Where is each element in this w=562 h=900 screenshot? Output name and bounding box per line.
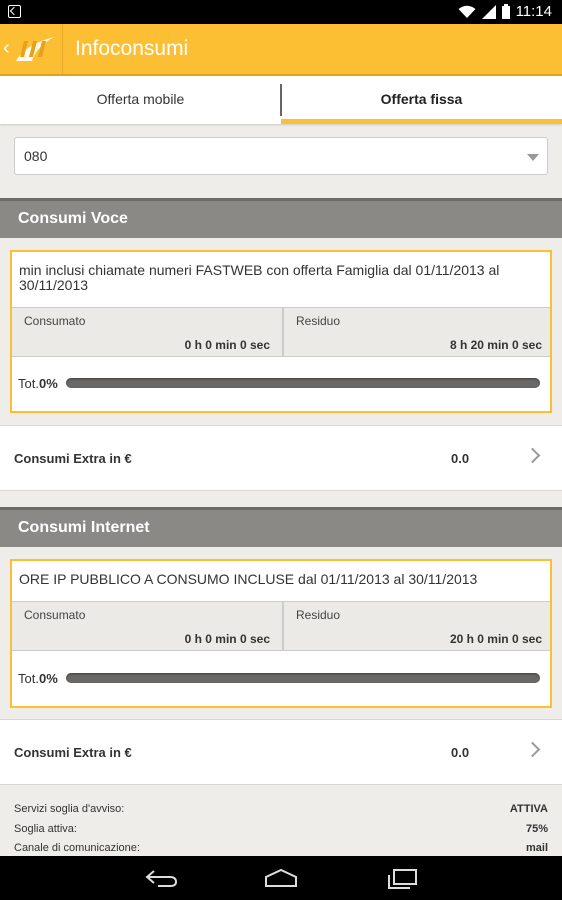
section-title: Consumi Internet bbox=[18, 519, 150, 536]
home-icon[interactable] bbox=[264, 868, 298, 888]
remaining-label: Residuo bbox=[296, 608, 341, 622]
consumed-value: 0 h 0 min 0 sec bbox=[184, 632, 270, 646]
recent-apps-icon[interactable] bbox=[386, 868, 418, 890]
consumed-label: Consumato bbox=[24, 314, 86, 328]
extra-cost-label: Consumi Extra in € bbox=[14, 745, 132, 760]
usage-description: ORE IP PUBBLICO A CONSUMO INCLUSE dal 01… bbox=[19, 571, 478, 587]
usage-progress-bar bbox=[66, 673, 540, 683]
info-value: ATTIVA bbox=[509, 803, 548, 815]
section-header-internet: Consumi Internet bbox=[0, 507, 562, 547]
total-label: Tot.0% bbox=[18, 376, 58, 391]
total-percent: 0% bbox=[38, 376, 58, 391]
total-percent: 0% bbox=[38, 671, 58, 686]
page-title: Infoconsumi bbox=[75, 37, 189, 60]
usage-progress-bar bbox=[66, 378, 540, 388]
extra-cost-row-internet[interactable]: Consumi Extra in € 0.0 bbox=[0, 719, 562, 785]
section-title: Consumi Voce bbox=[18, 210, 128, 227]
back-icon[interactable] bbox=[144, 868, 178, 888]
wifi-icon bbox=[458, 5, 476, 18]
fastweb-logo-icon[interactable] bbox=[14, 35, 56, 63]
info-value: mail bbox=[525, 842, 548, 854]
select-value: 080 bbox=[24, 148, 48, 164]
usage-description: min inclusi chiamate numeri FASTWEB con … bbox=[19, 262, 500, 293]
consumed-cell: Consumato 0 h 0 min 0 sec bbox=[12, 602, 280, 650]
battery-icon bbox=[501, 4, 510, 19]
tab-bar: Offerta mobile Offerta fissa bbox=[0, 76, 562, 124]
info-value: 75% bbox=[525, 823, 548, 835]
extra-cost-value: 0.0 bbox=[451, 451, 470, 466]
remaining-label: Residuo bbox=[296, 314, 341, 328]
info-label: Soglia attiva: bbox=[14, 823, 77, 835]
total-label-text: Tot. bbox=[18, 671, 39, 686]
usage-card-internet: ORE IP PUBBLICO A CONSUMO INCLUSE dal 01… bbox=[10, 559, 552, 708]
chevron-right-icon bbox=[524, 447, 541, 464]
chevron-right-icon bbox=[524, 741, 541, 758]
tab-offerta-mobile[interactable]: Offerta mobile bbox=[0, 76, 281, 124]
appbar-divider bbox=[62, 24, 63, 74]
notification-icon bbox=[8, 5, 21, 18]
dropdown-caret-icon bbox=[527, 154, 539, 161]
tab-offerta-fissa[interactable]: Offerta fissa bbox=[281, 76, 562, 124]
signal-icon bbox=[481, 4, 496, 19]
consumed-cell: Consumato 0 h 0 min 0 sec bbox=[12, 308, 280, 356]
extra-cost-label: Consumi Extra in € bbox=[14, 451, 132, 466]
system-nav-bar bbox=[0, 856, 562, 900]
back-chevron-icon[interactable]: ‹ bbox=[3, 37, 10, 60]
consumed-value: 0 h 0 min 0 sec bbox=[184, 338, 270, 352]
consumed-label: Consumato bbox=[24, 608, 86, 622]
total-label-text: Tot. bbox=[18, 376, 39, 391]
extra-cost-value: 0.0 bbox=[451, 745, 470, 760]
usage-card-voce: min inclusi chiamate numeri FASTWEB con … bbox=[10, 250, 552, 413]
active-tab-indicator bbox=[281, 119, 562, 124]
status-bar: 11:14 bbox=[0, 0, 562, 24]
usage-grid: Consumato 0 h 0 min 0 sec Residuo 20 h 0… bbox=[12, 601, 550, 651]
remaining-cell: Residuo 8 h 20 min 0 sec bbox=[282, 308, 552, 356]
app-bar: ‹ Infoconsumi bbox=[0, 24, 562, 76]
info-label: Canale di comunicazione: bbox=[14, 842, 140, 854]
remaining-cell: Residuo 20 h 0 min 0 sec bbox=[282, 602, 552, 650]
remaining-value: 20 h 0 min 0 sec bbox=[449, 632, 542, 646]
section-header-voce: Consumi Voce bbox=[0, 198, 562, 238]
remaining-value: 8 h 20 min 0 sec bbox=[449, 338, 542, 352]
info-label: Servizi soglia d'avviso: bbox=[14, 803, 125, 815]
usage-grid: Consumato 0 h 0 min 0 sec Residuo 8 h 20… bbox=[12, 307, 550, 357]
extra-cost-row-voce[interactable]: Consumi Extra in € 0.0 bbox=[0, 425, 562, 491]
total-label: Tot.0% bbox=[18, 671, 58, 686]
line-number-select[interactable]: 080 bbox=[14, 137, 548, 175]
clock: 11:14 bbox=[515, 3, 552, 20]
tab-offerta-fissa-label: Offerta fissa bbox=[380, 91, 463, 107]
